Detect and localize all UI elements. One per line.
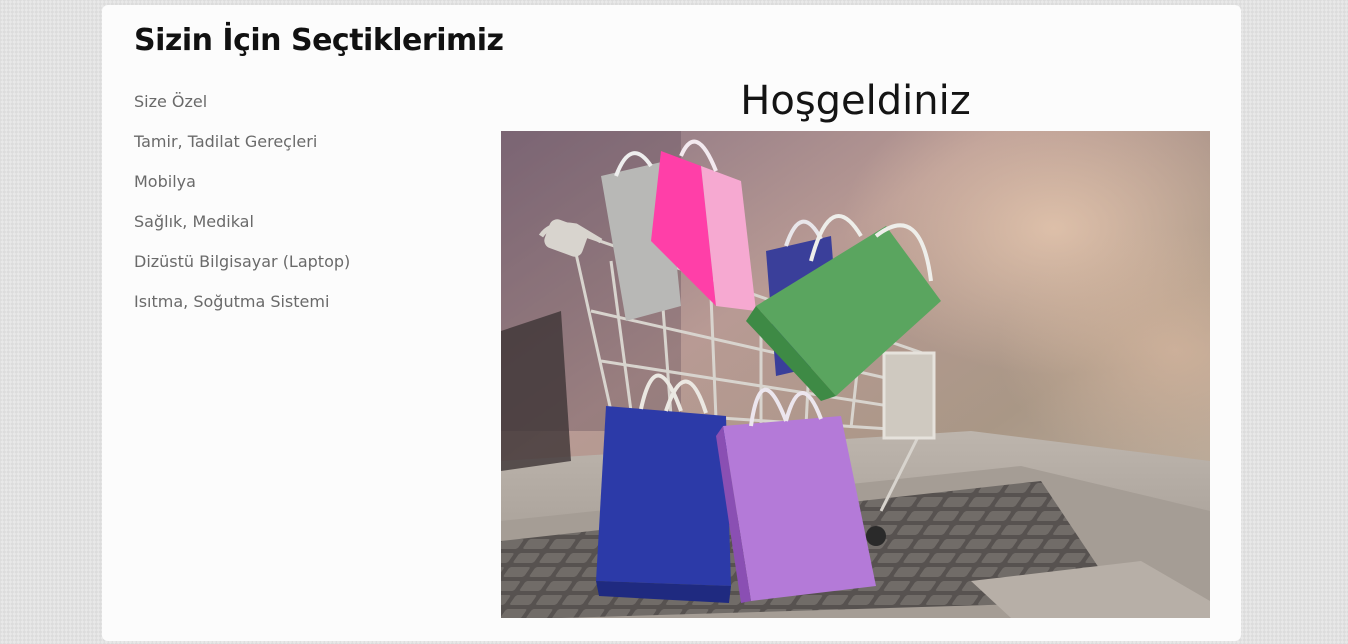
main-card: Sizin İçin Seçtiklerimiz Size Özel Tamir… (102, 5, 1241, 641)
category-item-tamir-tadilat[interactable]: Tamir, Tadilat Gereçleri (134, 129, 350, 169)
category-item-dizustu-bilgisayar[interactable]: Dizüstü Bilgisayar (Laptop) (134, 249, 350, 289)
section-title: Sizin İçin Seçtiklerimiz (134, 23, 504, 58)
category-list: Size Özel Tamir, Tadilat Gereçleri Mobil… (134, 89, 350, 329)
category-item-isitma-sogutma[interactable]: Isıtma, Soğutma Sistemi (134, 289, 350, 329)
category-item-size-ozel[interactable]: Size Özel (134, 89, 350, 129)
welcome-heading: Hoşgeldiniz (740, 78, 971, 124)
category-item-saglik-medikal[interactable]: Sağlık, Medikal (134, 209, 350, 249)
hero-image (501, 131, 1210, 618)
category-item-mobilya[interactable]: Mobilya (134, 169, 350, 209)
